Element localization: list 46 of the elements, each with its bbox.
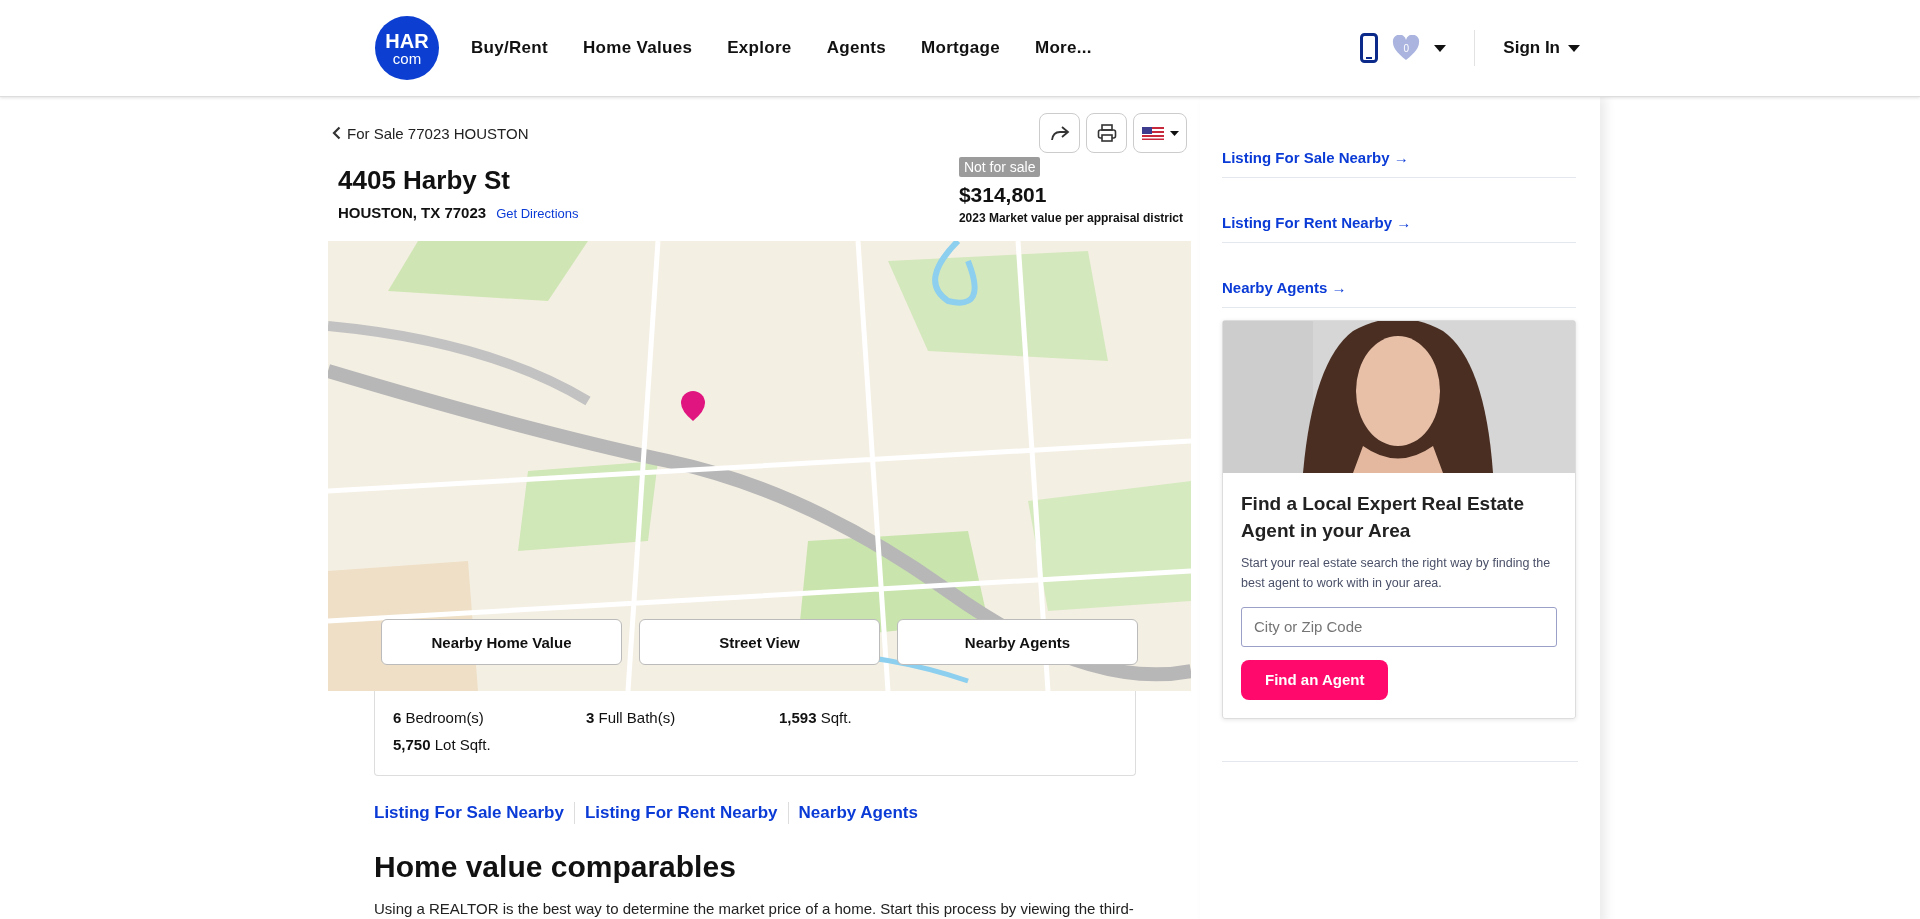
sidebar-link[interactable]: Nearby Agents → — [1222, 243, 1576, 308]
nav-link[interactable]: Buy/Rent — [471, 38, 548, 58]
fact-text: 3 Full Bath(s) — [586, 709, 677, 726]
card-text: Start your real estate search the right way by finding the best agent to work with in your area. — [1241, 555, 1552, 592]
market-value: $314,801 — [958, 183, 1048, 207]
find-agent-button[interactable]: Find an Agent — [1241, 659, 1389, 700]
map-button[interactable]: Nearby Home Value — [381, 619, 622, 665]
heart-icon — [1392, 35, 1421, 61]
card-title: Find a Local Expert Real Estate Agent in your Area — [1241, 492, 1525, 543]
map-button[interactable]: Street View — [639, 619, 880, 665]
share-button[interactable] — [1039, 113, 1080, 153]
location-field[interactable]: City or Zip Code — [1241, 606, 1557, 647]
status-badge: Not for sale — [958, 157, 1041, 177]
caret-icon — [1169, 130, 1179, 136]
nav-link[interactable]: Explore — [727, 38, 792, 58]
nearby-link[interactable]: Nearby Agents — [798, 803, 918, 823]
language-button[interactable] — [1133, 113, 1187, 153]
fact-text: 6 Bedroom(s) — [393, 709, 485, 726]
chevron-left-icon — [332, 126, 341, 140]
caret-icon — [1568, 44, 1580, 52]
print-button[interactable] — [1086, 113, 1127, 153]
sign-in-button[interactable]: Sign In — [1503, 38, 1580, 58]
fact-text: 5,750 Lot Sqft. — [393, 736, 492, 753]
section-heading: Home value comparables — [374, 850, 737, 884]
back-link[interactable]: For Sale 77023 HOUSTON — [332, 124, 529, 142]
map-button[interactable]: Nearby Agents — [897, 619, 1138, 665]
market-value-note: 2023 Market value per appraisal district — [958, 211, 1183, 225]
section-text: Using a REALTOR is the best way to determine the market price of a home. Start this process by viewing the third- — [374, 900, 1135, 917]
sidebar-link[interactable]: Listing For Rent Nearby → — [1222, 178, 1576, 243]
city-line: HOUSTON, TX 77023 — [338, 204, 487, 221]
nav-link[interactable]: Agents — [826, 38, 887, 58]
nearby-link[interactable]: Listing For Sale Nearby — [374, 803, 564, 823]
nav-link[interactable]: Home Values — [583, 38, 693, 58]
phone-icon[interactable] — [1360, 33, 1379, 63]
flag-icon — [1141, 126, 1164, 140]
fact-text: 1,593 Sqft. — [779, 709, 853, 726]
printer-icon — [1096, 124, 1117, 142]
caret-icon — [1434, 44, 1447, 52]
nav-link[interactable]: More... — [1034, 38, 1092, 58]
sidebar-link[interactable]: Listing For Sale Nearby → — [1222, 97, 1576, 178]
share-icon — [1049, 125, 1070, 141]
directions-link[interactable]: Get Directions — [496, 206, 579, 221]
logo[interactable]: HAR com — [375, 16, 439, 80]
nav-link[interactable]: Mortgage — [921, 38, 1000, 58]
nearby-link[interactable]: Listing For Rent Nearby — [584, 803, 778, 823]
property-address: 4405 Harby St — [338, 165, 511, 196]
